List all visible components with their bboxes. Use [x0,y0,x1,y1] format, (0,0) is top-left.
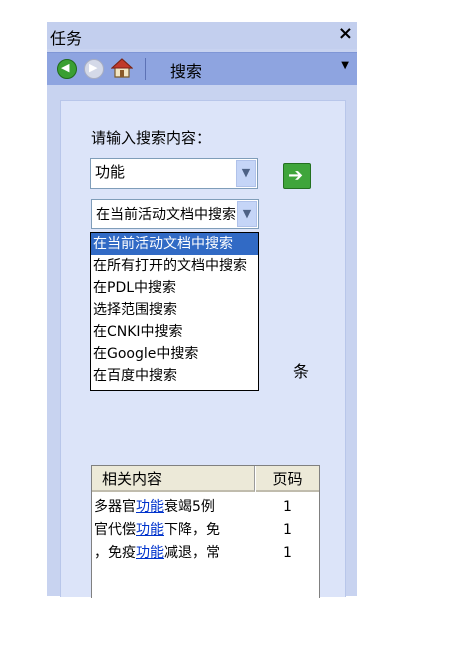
close-icon[interactable]: × [338,23,353,44]
column-header-content[interactable]: 相关内容 [92,466,255,492]
task-pane-title: 任务 [50,29,83,48]
results-table: 相关内容 页码 多器官功能衰竭5例 1 官代偿功能下降，免 1 ，免疫功能减退，… [91,465,320,598]
scope-option-current-document[interactable]: 在当前活动文档中搜索 [91,233,258,255]
home-icon[interactable] [111,57,133,79]
back-arrow-icon[interactable] [57,59,77,79]
search-scope-select[interactable]: 在当前活动文档中搜索 ▼ [91,199,259,229]
task-pane-titlebar: 任务 × [47,22,357,49]
result-snippet: 官代偿功能下降，免 [94,519,256,542]
scope-option-select-range[interactable]: 选择范围搜索 [91,299,258,321]
task-pane-toolbar: 搜索 ▼ [47,52,357,85]
snippet-before: 多器官 [94,499,136,515]
search-prompt-label: 请输入搜索内容： [91,129,212,147]
task-pane: 任务 × 搜索 ▼ 请输入搜索内容： 功能 ▼ 在当前活动文档中搜索 ▼ 在当前… [47,22,357,598]
snippet-hit-link[interactable]: 功能 [136,522,164,538]
task-name-label: 搜索 [170,62,203,81]
snippet-before: 官代偿 [94,522,136,538]
scope-option-cnki[interactable]: 在CNKI中搜索 [91,321,258,343]
search-query-value[interactable]: 功能 [95,161,125,182]
scope-option-google[interactable]: 在Google中搜索 [91,343,258,365]
go-arrow-button[interactable] [283,163,311,189]
result-page-number: 1 [283,522,292,538]
snippet-before: ，免疫 [94,545,136,561]
snippet-hit-link[interactable]: 功能 [136,545,164,561]
chevron-down-icon[interactable]: ▼ [237,201,257,227]
snippet-after: 下降，免 [164,522,220,538]
search-input[interactable]: 功能 ▼ [90,158,258,189]
snippet-hit-link[interactable]: 功能 [136,499,164,515]
result-page-number: 1 [283,545,292,561]
table-row[interactable]: 多器官功能衰竭5例 1 [92,496,319,519]
result-snippet: ，免疫功能减退，常 [94,542,256,565]
result-count-unit: 条 [293,362,310,381]
search-scope-dropdown: 在当前活动文档中搜索 在所有打开的文档中搜索 在PDL中搜索 选择范围搜索 在C… [90,232,259,391]
result-page-number: 1 [283,499,292,515]
snippet-after: 减退，常 [164,545,220,561]
table-row[interactable]: ，免疫功能减退，常 1 [92,542,319,565]
scope-option-pdl[interactable]: 在PDL中搜索 [91,277,258,299]
table-row[interactable]: 官代偿功能下降，免 1 [92,519,319,542]
chevron-down-icon[interactable]: ▼ [341,60,349,71]
chevron-down-icon[interactable]: ▼ [236,160,256,187]
search-panel: 请输入搜索内容： 功能 ▼ 在当前活动文档中搜索 ▼ 在当前活动文档中搜索 在所… [60,100,346,598]
result-snippet: 多器官功能衰竭5例 [94,496,256,519]
scope-option-all-open-documents[interactable]: 在所有打开的文档中搜索 [91,255,258,277]
forward-arrow-icon[interactable] [84,59,104,79]
snippet-after: 衰竭5例 [164,499,215,515]
column-header-page[interactable]: 页码 [256,466,319,492]
toolbar-separator [145,58,146,80]
scope-option-baidu[interactable]: 在百度中搜索 [91,365,258,387]
search-scope-value[interactable]: 在当前活动文档中搜索 [96,204,236,224]
